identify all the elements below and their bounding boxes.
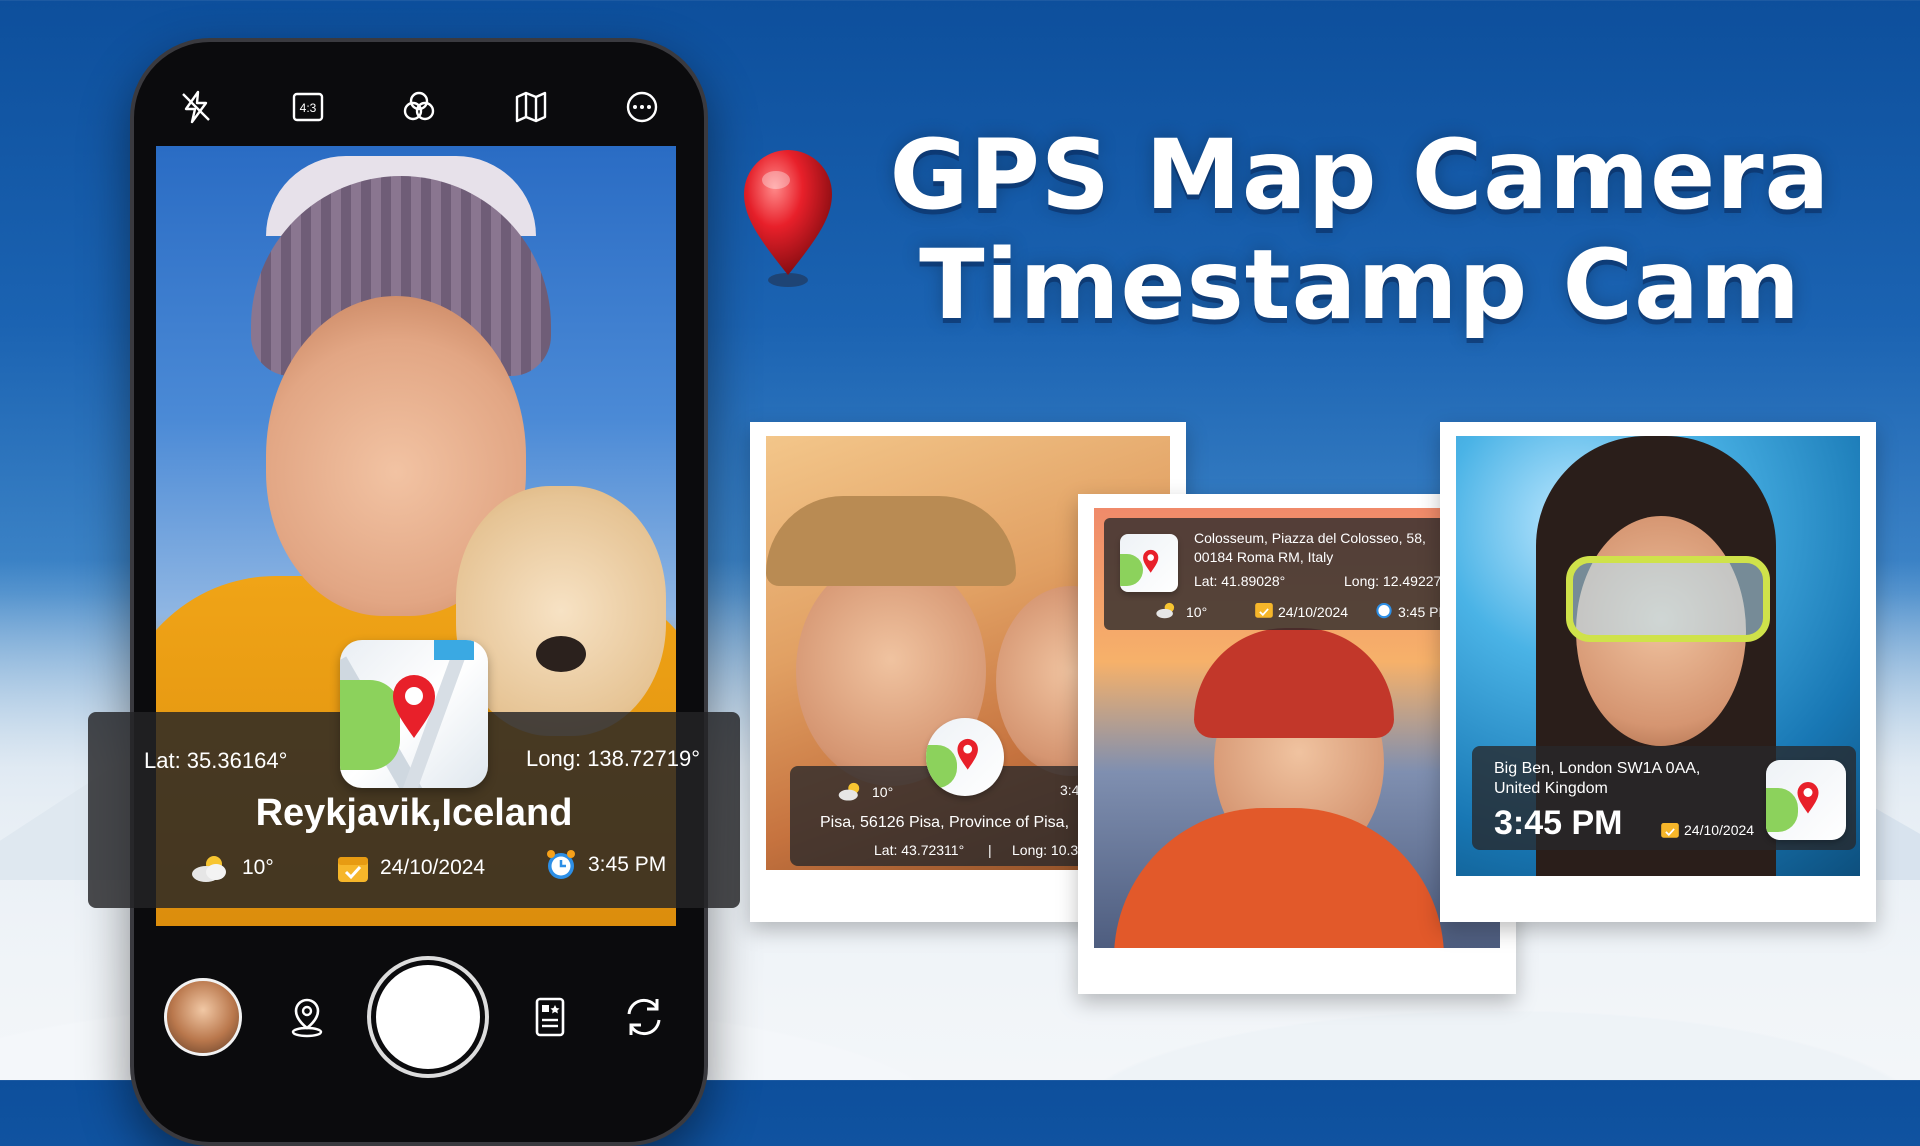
address-line-2: 00184 Roma RM, Italy — [1194, 549, 1334, 565]
weather-cloud-sun-icon — [1156, 602, 1175, 619]
camera-bottom-toolbar — [164, 960, 674, 1074]
date-text: 24/10/2024 — [1684, 822, 1755, 838]
address-text: Pisa, 56126 Pisa, Province of Pisa, — [820, 814, 1070, 831]
date-text: 24/10/2024 — [1278, 604, 1349, 620]
headline: GPS Map Camera Timestamp Cam — [880, 120, 1840, 340]
map-park — [1120, 554, 1144, 587]
calendar-icon — [338, 857, 368, 882]
map-water — [434, 640, 474, 660]
weather-text: 10° — [1186, 604, 1208, 620]
weather-text: 10° — [872, 784, 894, 800]
longitude-text: Long: 12.49227 — [1344, 573, 1442, 589]
place-name: Reykjavik,Iceland — [255, 792, 573, 834]
gallery-thumbnail[interactable] — [164, 978, 242, 1056]
aspect-ratio-icon[interactable]: 4:3 — [286, 85, 330, 129]
camera-top-toolbar: 4:3 — [174, 82, 664, 132]
date-row: 24/10/2024 — [336, 852, 485, 884]
calendar-icon — [1661, 823, 1679, 838]
photo-hat — [766, 496, 1016, 586]
latitude-text: Lat: 35.36164° — [144, 748, 288, 773]
photo-beanie — [1194, 628, 1394, 738]
stamp-overlay: Big Ben, London SW1A 0AA, United Kingdom… — [1472, 746, 1856, 850]
weather-row: 10° — [188, 852, 274, 884]
flash-off-icon[interactable] — [174, 85, 218, 129]
address-line-1: Big Ben, London SW1A 0AA, — [1494, 760, 1701, 777]
map-thumbnail — [1120, 534, 1178, 592]
map-park — [926, 745, 958, 789]
time-text: 3:4 — [1060, 782, 1080, 798]
map-pin-icon — [393, 675, 435, 738]
separator: | — [988, 842, 992, 858]
location-pin-icon — [744, 150, 832, 287]
photo-jacket — [1114, 808, 1444, 948]
map-thumbnail — [926, 718, 1004, 796]
map-pin-icon — [1143, 549, 1159, 573]
shutter-button[interactable] — [371, 960, 485, 1074]
time-text: 3:45 PM — [1494, 804, 1623, 842]
photo-card-bigben: Big Ben, London SW1A 0AA, United Kingdom… — [1440, 422, 1876, 922]
switch-camera-icon[interactable] — [614, 987, 674, 1047]
weather-cloud-sun-icon — [192, 856, 226, 882]
map-thumbnail — [340, 640, 488, 788]
weather-cloud-sun-icon — [838, 782, 860, 801]
phone-mockup: 4:3 — [130, 38, 708, 1146]
date-text: 24/10/2024 — [380, 856, 486, 879]
map-pin-icon — [1797, 781, 1819, 814]
more-icon[interactable] — [620, 85, 664, 129]
weather-text: 10° — [242, 856, 274, 879]
longitude-text: Long: 138.72719° — [526, 746, 700, 771]
photo-goggles — [1566, 556, 1770, 642]
calendar-icon — [1255, 603, 1273, 618]
map-icon[interactable] — [509, 85, 553, 129]
address-line-1: Colosseum, Piazza del Colosseo, 58, — [1194, 530, 1426, 546]
template-icon[interactable] — [520, 987, 580, 1047]
map-pin-icon — [957, 739, 978, 770]
address-line-2: United Kingdom — [1494, 780, 1608, 797]
location-pin-icon[interactable] — [277, 987, 337, 1047]
filters-icon[interactable] — [397, 85, 441, 129]
map-thumbnail — [1766, 760, 1846, 840]
photo-dog-nose — [536, 636, 586, 672]
alarm-clock-icon — [547, 850, 575, 879]
latitude-text: Lat: 43.72311° — [874, 842, 965, 858]
time-text: 3:45 PM — [588, 853, 667, 876]
time-row: 3:45 PM — [544, 848, 666, 882]
card-photo: Big Ben, London SW1A 0AA, United Kingdom… — [1456, 436, 1860, 876]
alarm-clock-icon — [1376, 602, 1392, 619]
aspect-ratio-label: 4:3 — [299, 101, 316, 115]
latitude-text: Lat: 41.89028° — [1194, 573, 1286, 589]
map-park — [1766, 788, 1798, 832]
headline-line-2: Timestamp Cam — [919, 229, 1801, 341]
headline-line-1: GPS Map Camera — [889, 119, 1831, 231]
